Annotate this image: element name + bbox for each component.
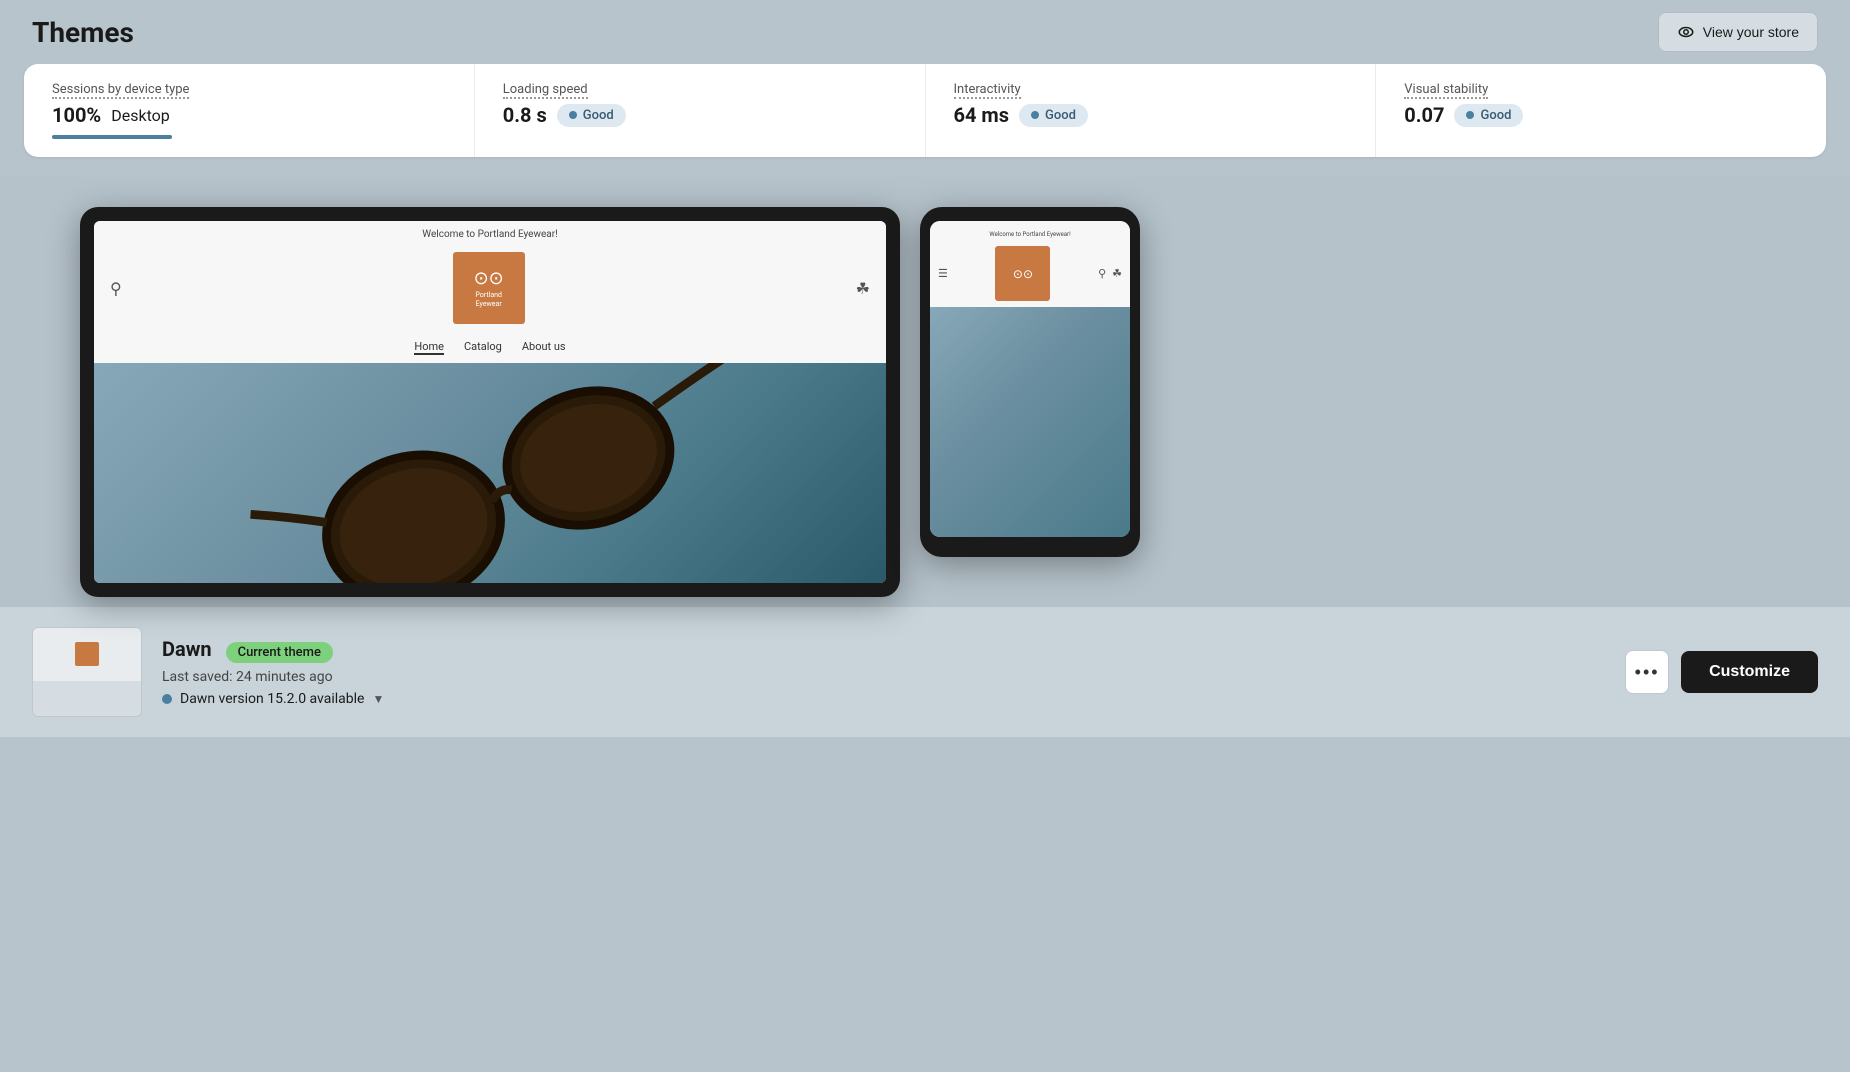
phone-menu-icon: ☰: [938, 267, 948, 280]
theme-actions: ••• Customize: [1625, 650, 1818, 694]
phone-logo-icon: ⊙⊙: [1013, 267, 1033, 281]
theme-version-text: Dawn version 15.2.0 available: [180, 691, 364, 707]
stat-loading-speed: Loading speed 0.8 s Good: [475, 64, 926, 157]
current-theme-badge: Current theme: [226, 642, 333, 663]
more-options-button[interactable]: •••: [1625, 650, 1669, 694]
thumb-logo: [75, 642, 99, 666]
cart-icon: ☘: [856, 279, 870, 298]
theme-last-saved: Last saved: 24 minutes ago: [162, 669, 384, 685]
visual-stability-badge: Good: [1454, 104, 1523, 127]
chevron-down-icon: ▼: [372, 692, 384, 706]
store-hero-image: [94, 363, 886, 583]
theme-info-bar: Dawn Current theme Last saved: 24 minute…: [0, 607, 1850, 737]
version-dot: [162, 694, 172, 704]
theme-thumbnail: [32, 627, 142, 717]
page-header: Themes View your store: [0, 0, 1850, 64]
theme-info: Dawn Current theme Last saved: 24 minute…: [32, 627, 384, 717]
hero-glasses-svg: [94, 363, 886, 583]
phone-cart-icon: ☘: [1112, 267, 1122, 280]
badge-dot: [1031, 111, 1039, 119]
phone-hero-image: [930, 307, 1130, 537]
badge-dot: [569, 111, 577, 119]
phone-mockup: Welcome to Portland Eyewear! ☰ ⊙⊙ ⚲ ☘: [920, 207, 1140, 557]
store-nav-bar: ⚲ ⊙⊙ PortlandEyewear ☘: [110, 246, 870, 332]
nav-about: About us: [522, 340, 566, 355]
phone-nav-bar: ☰ ⊙⊙ ⚲ ☘: [938, 242, 1122, 307]
progress-fill: [52, 135, 172, 139]
phone-search-icon: ⚲: [1098, 267, 1106, 280]
interactivity-badge: Good: [1019, 104, 1088, 127]
store-nav-menu: Home Catalog About us: [414, 332, 565, 363]
phone-logo: ⊙⊙: [995, 246, 1050, 301]
page-title: Themes: [32, 16, 134, 49]
nav-home: Home: [414, 340, 444, 355]
logo-glasses-icon: ⊙⊙: [474, 268, 504, 289]
stat-interactivity: Interactivity 64 ms Good: [926, 64, 1377, 157]
nav-catalog: Catalog: [464, 340, 502, 355]
theme-version-row[interactable]: Dawn version 15.2.0 available ▼: [162, 691, 384, 707]
stats-bar: Sessions by device type 100% Desktop Loa…: [24, 64, 1826, 157]
store-logo: ⊙⊙ PortlandEyewear: [453, 252, 525, 324]
sessions-progress-bar: [52, 135, 172, 139]
customize-button[interactable]: Customize: [1681, 651, 1818, 693]
badge-dot: [1466, 111, 1474, 119]
theme-preview-area: Welcome to Portland Eyewear! ⚲ ⊙⊙ Portla…: [0, 177, 1850, 607]
eye-icon: [1677, 23, 1695, 41]
theme-details: Dawn Current theme Last saved: 24 minute…: [162, 637, 384, 707]
stat-visual-stability: Visual stability 0.07 Good: [1376, 64, 1826, 157]
store-header: Welcome to Portland Eyewear! ⚲ ⊙⊙ Portla…: [94, 221, 886, 363]
loading-speed-badge: Good: [557, 104, 626, 127]
view-store-button[interactable]: View your store: [1658, 12, 1818, 52]
tablet-mockup: Welcome to Portland Eyewear! ⚲ ⊙⊙ Portla…: [80, 207, 900, 597]
search-icon: ⚲: [110, 279, 122, 298]
phone-store-header: Welcome to Portland Eyewear! ☰ ⊙⊙ ⚲ ☘: [930, 221, 1130, 307]
theme-name: Dawn: [162, 637, 212, 661]
stat-sessions: Sessions by device type 100% Desktop: [24, 64, 475, 157]
